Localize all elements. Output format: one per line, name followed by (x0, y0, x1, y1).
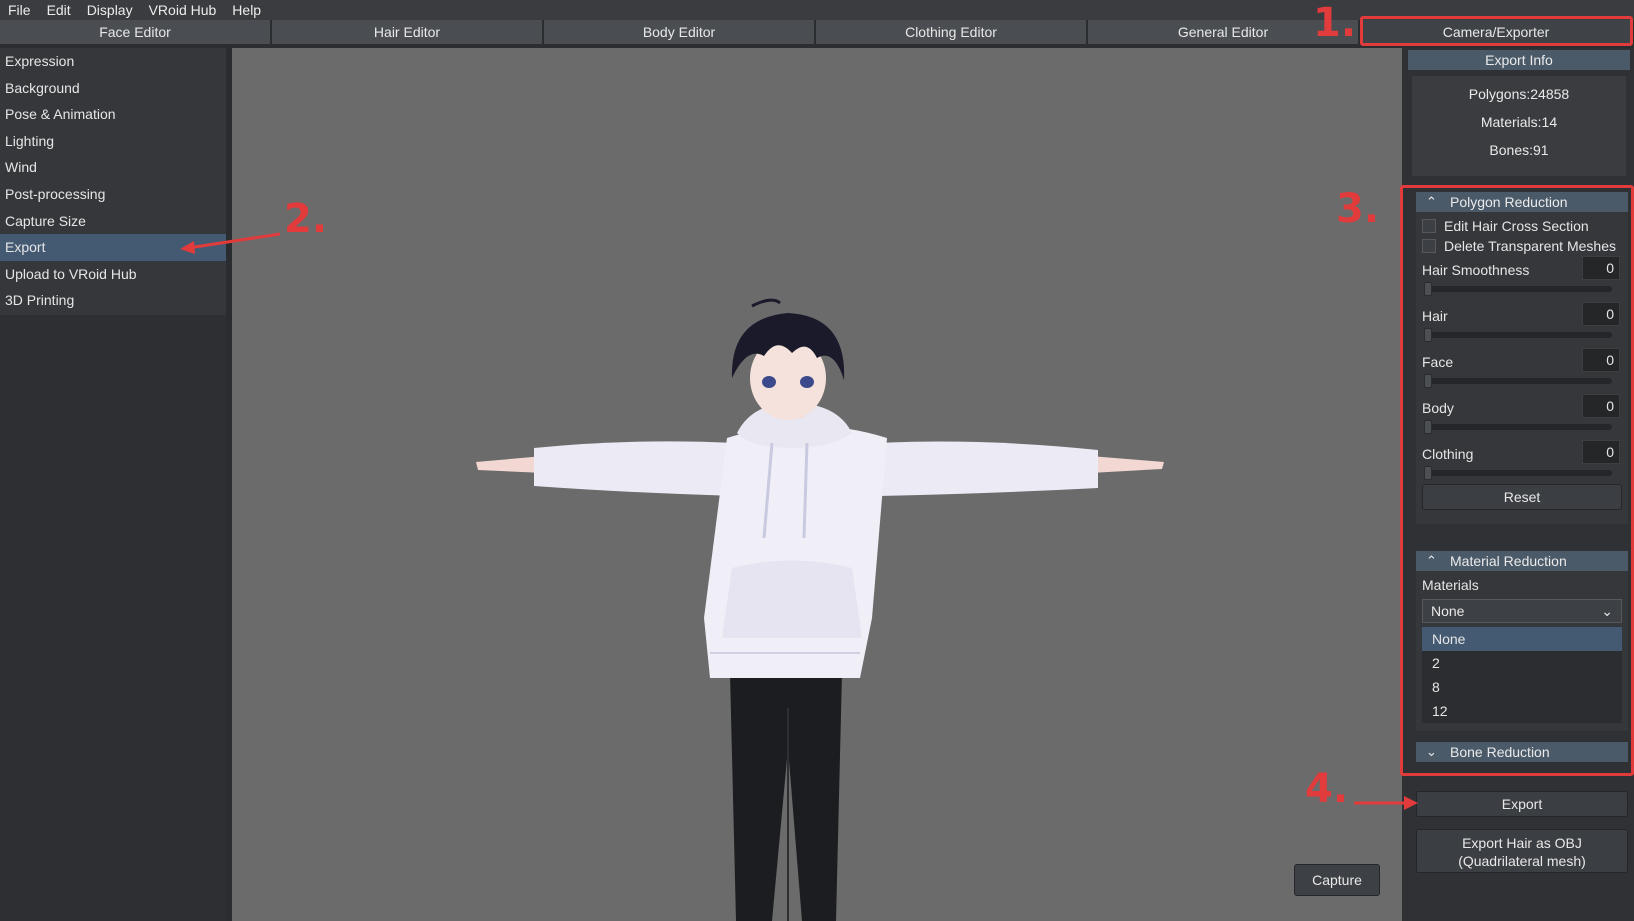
sidebar-empty-area (0, 315, 226, 921)
materials-count: Materials:14 (1480, 114, 1558, 130)
annotation-box-1 (1360, 16, 1633, 46)
annotation-number-3: 3. (1336, 186, 1380, 232)
character-model (476, 298, 1164, 921)
sidebar-item-wind[interactable]: Wind (0, 154, 226, 181)
export-button[interactable]: Export (1416, 791, 1628, 817)
capture-button[interactable]: Capture (1294, 864, 1380, 896)
annotation-number-2: 2. (284, 196, 328, 242)
annotation-number-1: 1. (1313, 0, 1357, 46)
tab-hair-editor[interactable]: Hair Editor (272, 20, 544, 44)
menu-edit[interactable]: Edit (39, 0, 79, 20)
tab-clothing-editor[interactable]: Clothing Editor (816, 20, 1088, 44)
bones-count: Bones:91 (1489, 142, 1549, 158)
sidebar-item-lighting[interactable]: Lighting (0, 128, 226, 155)
annotation-arrow-4 (1354, 796, 1418, 810)
tab-face-editor[interactable]: Face Editor (0, 20, 272, 44)
export-info-box: Polygons:24858 Materials:14 Bones:91 (1412, 76, 1626, 176)
sidebar-item-expression[interactable]: Expression (0, 48, 226, 75)
sidebar: Expression Background Pose & Animation L… (0, 48, 226, 315)
annotation-number-4: 4. (1305, 766, 1349, 812)
export-info-header: Export Info (1408, 50, 1630, 70)
polygons-count: Polygons:24858 (1468, 86, 1570, 102)
menu-vroid-hub[interactable]: VRoid Hub (141, 0, 225, 20)
export-hair-obj-label-line1: Export Hair as OBJ (1462, 835, 1582, 851)
sidebar-item-post-processing[interactable]: Post-processing (0, 181, 226, 208)
sidebar-item-pose-animation[interactable]: Pose & Animation (0, 101, 226, 128)
tab-body-editor[interactable]: Body Editor (544, 20, 816, 44)
3d-viewport[interactable]: Capture (232, 48, 1402, 921)
sidebar-item-background[interactable]: Background (0, 75, 226, 102)
annotation-arrow-2 (180, 232, 281, 254)
menu-help[interactable]: Help (224, 0, 269, 20)
sidebar-item-3d-printing[interactable]: 3D Printing (0, 287, 226, 314)
menu-file[interactable]: File (0, 0, 39, 20)
export-hair-obj-label-line2: (Quadrilateral mesh) (1458, 853, 1586, 869)
annotation-box-3 (1400, 185, 1634, 776)
menu-display[interactable]: Display (79, 0, 141, 20)
sidebar-item-upload-vroid-hub[interactable]: Upload to VRoid Hub (0, 261, 226, 288)
export-hair-obj-button[interactable]: Export Hair as OBJ (Quadrilateral mesh) (1416, 829, 1628, 873)
